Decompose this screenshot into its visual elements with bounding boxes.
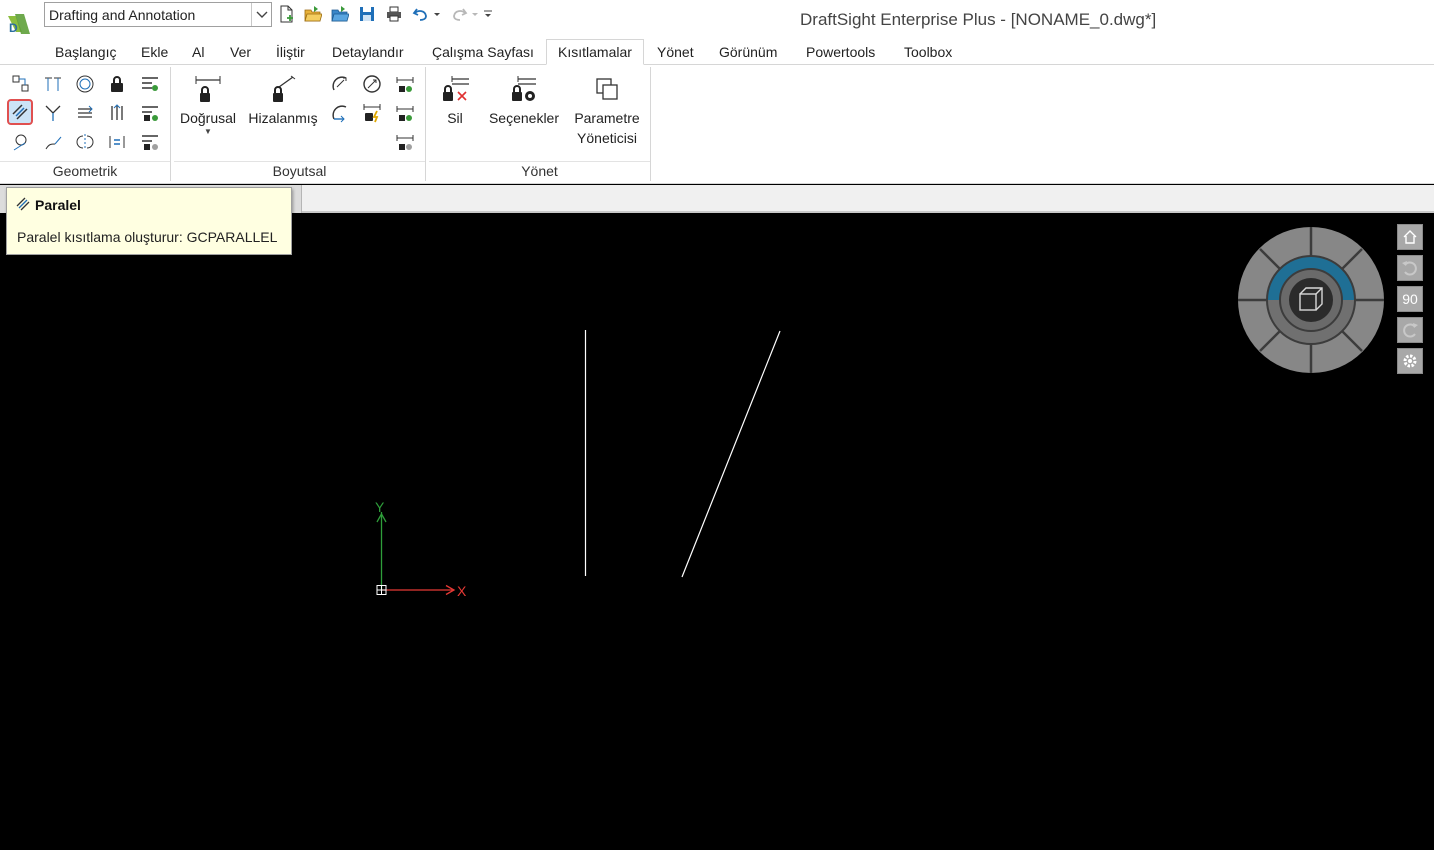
geometric-panel-title: Geometrik xyxy=(0,161,170,181)
chevron-down-icon[interactable] xyxy=(251,3,271,26)
rotate-cw-icon xyxy=(1403,323,1418,338)
ucs-y-label: Y xyxy=(375,499,385,515)
rotate-90-button[interactable]: 90 xyxy=(1397,286,1423,312)
navigation-wheel[interactable] xyxy=(1236,225,1386,375)
chevron-down-icon[interactable]: ▼ xyxy=(176,128,240,136)
tab-yonet[interactable]: Yönet xyxy=(657,44,694,60)
tab-detaylandir[interactable]: Detaylandır xyxy=(332,44,404,60)
show-constraints-icon[interactable] xyxy=(137,71,163,97)
dimensional-panel-title: Boyutsal xyxy=(174,161,425,181)
parameter-manager-button[interactable]: Parametre Yöneticisi xyxy=(569,73,645,148)
tab-al[interactable]: Al xyxy=(192,44,204,60)
concentric-icon[interactable] xyxy=(72,71,98,97)
redo-dropdown-icon[interactable] xyxy=(470,5,480,23)
delete-dimensional-icon[interactable] xyxy=(392,129,418,155)
tab-toolbox[interactable]: Toolbox xyxy=(904,44,952,60)
undo-dropdown-icon[interactable] xyxy=(432,5,442,23)
tab-ilistir[interactable]: İliştir xyxy=(276,44,305,60)
parallel-icon xyxy=(16,197,30,211)
collinear-icon[interactable] xyxy=(40,71,66,97)
delete-constraint-label: Sil xyxy=(447,110,463,126)
home-icon xyxy=(1403,230,1417,244)
settings-button[interactable] xyxy=(1397,348,1423,374)
draftsight-logo-icon[interactable]: D xyxy=(6,10,34,38)
workspace-value: Drafting and Annotation xyxy=(49,7,196,23)
ribbon: Geometrik Doğrusal ▼ Hizalanmış Boyutsal… xyxy=(0,65,1434,184)
rotate-cw-button[interactable] xyxy=(1397,317,1423,343)
drawing-canvas[interactable]: Y X xyxy=(0,214,1434,850)
vertical-icon[interactable] xyxy=(104,100,130,126)
save-icon[interactable] xyxy=(358,5,376,23)
parameter-manager-label-line1: Parametre xyxy=(574,110,640,126)
print-icon[interactable] xyxy=(385,5,403,23)
tooltip: Paralel Paralel kısıtlama oluşturur: GCP… xyxy=(6,187,292,255)
horizontal-icon[interactable] xyxy=(72,100,98,126)
tab-ver[interactable]: Ver xyxy=(230,44,251,60)
draftsight-window: D Drafting and Annotation DraftSight Ent… xyxy=(0,0,1434,850)
tab-baslangic[interactable]: Başlangıç xyxy=(55,44,116,60)
symmetric-icon[interactable] xyxy=(72,129,98,155)
equal-icon[interactable] xyxy=(104,129,130,155)
home-view-button[interactable] xyxy=(1397,224,1423,250)
tangent-icon[interactable] xyxy=(8,129,34,155)
parallel-constraint-button[interactable] xyxy=(7,99,33,125)
aligned-dimension-label: Hizalanmış xyxy=(248,110,318,126)
linear-dimension-label: Doğrusal xyxy=(179,110,237,126)
hide-dimensional-icon[interactable] xyxy=(392,100,418,126)
tab-gorunum[interactable]: Görünüm xyxy=(719,44,777,60)
ucs-icon: Y X xyxy=(375,499,467,599)
undo-icon[interactable] xyxy=(412,5,430,23)
perpendicular-icon[interactable] xyxy=(40,100,66,126)
show-dimensional-icon[interactable] xyxy=(392,71,418,97)
parameter-manager-icon xyxy=(596,78,618,100)
tab-calisma-sayfasi[interactable]: Çalışma Sayfası xyxy=(432,44,534,60)
open-file-icon[interactable] xyxy=(304,5,322,23)
coincident-icon[interactable] xyxy=(8,71,34,97)
smooth-icon[interactable] xyxy=(40,129,66,155)
customize-icon[interactable] xyxy=(482,5,494,23)
constraint-options-icon xyxy=(512,76,536,101)
diameter-dimension-icon[interactable] xyxy=(327,100,353,126)
linear-dimension-icon xyxy=(195,76,221,102)
tooltip-description: Paralel kısıtlama oluşturur: GCPARALLEL xyxy=(17,229,278,245)
delete-constraint-button[interactable]: Sil xyxy=(433,73,477,128)
parameter-manager-label-line2: Yöneticisi xyxy=(577,130,637,146)
manage-panel-title: Yönet xyxy=(429,161,650,181)
gear-icon xyxy=(1403,354,1417,368)
ribbon-tab-bar: Başlangıç Ekle Al Ver İliştir Detaylandı… xyxy=(0,39,1434,65)
fix-lock-icon[interactable] xyxy=(104,71,130,97)
angular-dimension-icon[interactable] xyxy=(327,71,353,97)
drawing-svg: Y X xyxy=(375,330,781,599)
radial-dimension-icon[interactable] xyxy=(359,71,385,97)
tooltip-title: Paralel xyxy=(35,197,81,213)
workspace-dropdown[interactable]: Drafting and Annotation xyxy=(44,2,272,27)
constraint-options-button[interactable]: Seçenekler xyxy=(487,73,561,128)
ucs-x-label: X xyxy=(457,583,467,599)
tab-powertools[interactable]: Powertools xyxy=(806,44,875,60)
delete-constraints-icon[interactable] xyxy=(137,129,163,155)
manage-panel: Sil Seçenekler Parametre Yöneticisi Yöne… xyxy=(429,67,651,181)
tab-kisitlamalar[interactable]: Kısıtlamalar xyxy=(546,39,644,65)
rotate-ccw-button[interactable] xyxy=(1397,255,1423,281)
svg-text:D: D xyxy=(9,21,18,35)
tab-ekle[interactable]: Ekle xyxy=(141,44,168,60)
constraint-options-label: Seçenekler xyxy=(488,110,560,126)
linear-dimension-button[interactable]: Doğrusal ▼ xyxy=(176,73,240,136)
rotate-ccw-icon xyxy=(1402,261,1417,276)
slanted-line-entity[interactable] xyxy=(681,330,781,578)
hide-constraints-icon[interactable] xyxy=(137,100,163,126)
geometric-panel: Geometrik xyxy=(0,67,171,181)
rotate-90-label: 90 xyxy=(1402,291,1418,307)
new-file-icon[interactable] xyxy=(278,5,296,23)
aligned-dimension-button[interactable]: Hizalanmış xyxy=(245,73,321,128)
title-bar: D Drafting and Annotation DraftSight Ent… xyxy=(0,0,1434,40)
window-title: DraftSight Enterprise Plus - [NONAME_0.d… xyxy=(800,10,1157,29)
aligned-dimension-icon xyxy=(273,75,296,102)
delete-constraint-icon xyxy=(443,76,469,101)
open-folder-icon[interactable] xyxy=(331,5,349,23)
redo-icon[interactable] xyxy=(450,5,468,23)
dimensional-panel: Doğrusal ▼ Hizalanmış Boyutsal xyxy=(174,67,426,181)
convert-dimension-icon[interactable] xyxy=(359,100,385,126)
